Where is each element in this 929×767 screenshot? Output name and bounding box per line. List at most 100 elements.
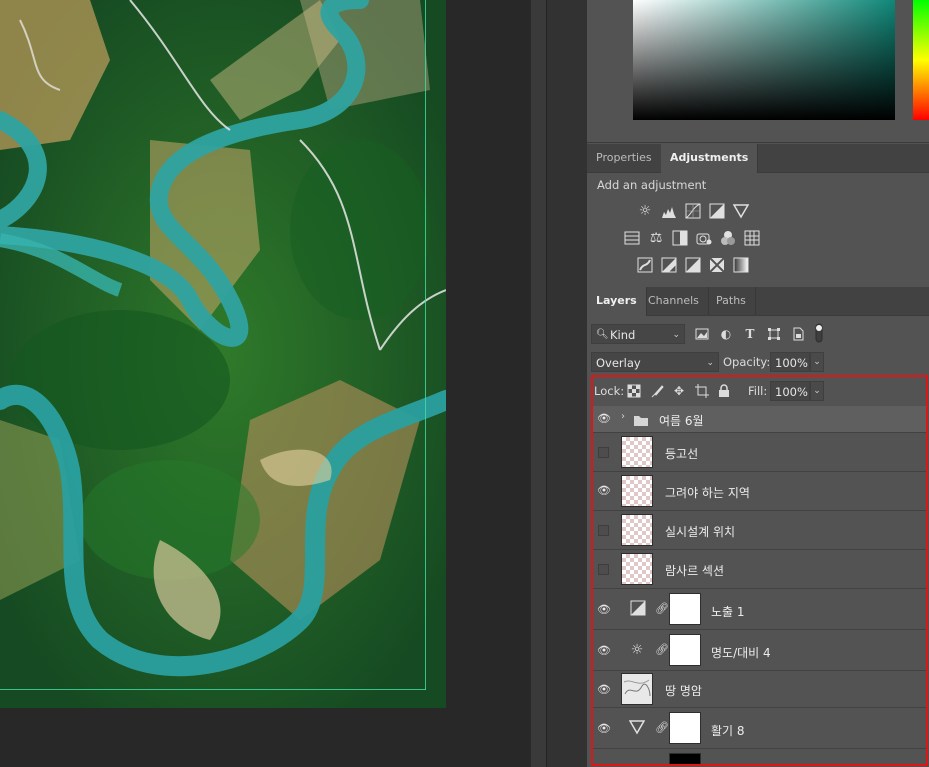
visibility-toggle[interactable]	[598, 447, 609, 458]
layer-row[interactable]: 람사르 섹션	[593, 550, 926, 589]
layer-row[interactable]: 👁︎ 그려야 하는 지역	[593, 472, 926, 511]
tab-paths[interactable]: Paths	[707, 287, 756, 315]
lock-position-icon[interactable]: ✥	[672, 384, 686, 398]
tab-adjustments[interactable]: Adjustments	[661, 144, 759, 173]
filter-kind-value: Kind	[610, 328, 636, 342]
eye-icon[interactable]: 👁︎	[597, 722, 611, 735]
exposure-icon	[629, 600, 647, 618]
layer-name: 명도/대비 4	[711, 646, 771, 660]
exposure-icon[interactable]	[709, 203, 725, 219]
guide-line-vertical	[425, 0, 426, 690]
layer-row[interactable]: 👁︎ 🔗︎ 활기 8	[593, 708, 926, 749]
panel-dock-strip	[546, 0, 588, 767]
brightness-contrast-icon[interactable]: ☼	[637, 203, 653, 219]
layer-row[interactable]: 실시설계 위치	[593, 511, 926, 550]
layers-list[interactable]: 👁︎ › 여름 6월 등고선 👁︎ 그려야 하는 지역 실시설계 위치 람사르 …	[593, 406, 926, 764]
threshold-icon[interactable]	[685, 257, 701, 273]
color-field[interactable]	[633, 0, 895, 120]
filter-shape-icon[interactable]	[767, 327, 781, 341]
color-picker-panel	[587, 0, 929, 143]
layer-mask-thumbnail[interactable]	[669, 634, 701, 666]
layer-name: 여름 6월	[659, 414, 704, 428]
blend-mode-value: Overlay	[596, 356, 641, 370]
chevron-down-icon: ⌄	[706, 358, 714, 368]
eye-icon[interactable]: 👁︎	[597, 412, 611, 425]
folder-icon	[633, 412, 649, 431]
layer-thumbnail	[621, 673, 653, 705]
channel-mixer-icon[interactable]	[720, 230, 736, 246]
mask-link-icon[interactable]: 🔗︎	[655, 602, 669, 615]
eye-icon[interactable]: 👁︎	[597, 484, 611, 497]
opacity-label: Opacity:	[723, 355, 771, 369]
eye-icon[interactable]: 👁︎	[597, 644, 611, 657]
fill-input[interactable]: 100%	[770, 381, 810, 401]
gradient-map-icon[interactable]	[733, 257, 749, 273]
lock-transparent-pixels-icon[interactable]	[627, 384, 641, 398]
layer-thumbnail	[621, 436, 653, 468]
layer-group-row[interactable]: 👁︎ › 여름 6월	[593, 406, 926, 433]
layer-row[interactable]: 등고선	[593, 433, 926, 472]
canvas-scrollbar[interactable]	[530, 0, 547, 767]
layer-name: 실시설계 위치	[665, 525, 736, 539]
layer-mask-thumbnail[interactable]	[669, 753, 701, 764]
filter-kind-select[interactable]: 🔍︎ Kind ⌄	[591, 324, 685, 344]
mask-link-icon[interactable]: 🔗︎	[655, 643, 669, 656]
hue-slider[interactable]	[913, 0, 929, 120]
lock-all-icon[interactable]	[717, 384, 731, 398]
satellite-image	[0, 0, 446, 708]
hue-saturation-icon[interactable]	[624, 230, 640, 246]
layer-thumbnail	[621, 514, 653, 546]
fill-dropdown-button[interactable]: ⌄	[810, 381, 824, 401]
layer-thumbnail	[621, 475, 653, 507]
visibility-toggle[interactable]	[598, 525, 609, 536]
layers-tabbar: Layers Channels Paths	[587, 287, 929, 316]
black-white-icon[interactable]	[672, 230, 688, 246]
adjustments-tabbar: Properties Adjustments	[587, 144, 929, 173]
layer-name: 노출 1	[711, 605, 745, 619]
layer-name: 활기 8	[711, 724, 745, 738]
posterize-icon[interactable]	[661, 257, 677, 273]
filter-adjustment-icon[interactable]: ◐	[719, 327, 733, 341]
opacity-dropdown-button[interactable]: ⌄	[810, 352, 824, 372]
canvas-area[interactable]	[0, 0, 530, 767]
levels-icon[interactable]	[661, 203, 677, 219]
layer-row[interactable]	[593, 749, 926, 764]
blend-mode-select[interactable]: Overlay ⌄	[591, 352, 719, 372]
filter-toggle-switch[interactable]	[815, 323, 823, 343]
layer-row[interactable]: 👁︎ ☼ 🔗︎ 명도/대비 4	[593, 630, 926, 671]
eye-icon[interactable]: 👁︎	[597, 683, 611, 696]
filter-smart-object-icon[interactable]	[791, 327, 805, 341]
adjustments-title: Add an adjustment	[597, 178, 707, 192]
vibrance-icon[interactable]	[732, 203, 750, 219]
lock-artboard-icon[interactable]	[695, 384, 709, 398]
mask-link-icon[interactable]: 🔗︎	[655, 721, 669, 734]
search-icon: 🔍︎	[596, 329, 609, 340]
selective-color-icon[interactable]	[709, 257, 725, 273]
tab-layers[interactable]: Layers	[587, 287, 647, 316]
chevron-right-icon[interactable]: ›	[621, 411, 625, 422]
fill-label: Fill:	[748, 384, 768, 398]
filter-type-icon[interactable]: T	[743, 327, 757, 341]
lock-image-pixels-icon[interactable]	[650, 384, 664, 398]
filter-pixel-icon[interactable]	[695, 327, 709, 341]
tab-channels[interactable]: Channels	[639, 287, 709, 315]
visibility-toggle[interactable]	[598, 564, 609, 575]
opacity-value: 100%	[775, 356, 808, 370]
eye-icon[interactable]: 👁︎	[597, 603, 611, 616]
layer-row[interactable]: 👁︎ 땅 명암	[593, 671, 926, 708]
guide-line-horizontal	[0, 689, 426, 690]
color-lookup-icon[interactable]	[744, 230, 760, 246]
chevron-down-icon: ⌄	[672, 330, 680, 340]
fill-value: 100%	[775, 385, 808, 399]
vibrance-icon	[628, 719, 646, 737]
layer-mask-thumbnail[interactable]	[669, 712, 701, 744]
curves-icon[interactable]	[685, 203, 701, 219]
opacity-input[interactable]: 100%	[770, 352, 810, 372]
layer-row[interactable]: 👁︎ 🔗︎ 노출 1	[593, 589, 926, 630]
tab-properties[interactable]: Properties	[587, 144, 662, 172]
document-canvas[interactable]	[0, 0, 446, 708]
layer-mask-thumbnail[interactable]	[669, 593, 701, 625]
color-balance-icon[interactable]: ⚖	[648, 230, 664, 246]
photo-filter-icon[interactable]	[696, 230, 712, 246]
invert-icon[interactable]	[637, 257, 653, 273]
